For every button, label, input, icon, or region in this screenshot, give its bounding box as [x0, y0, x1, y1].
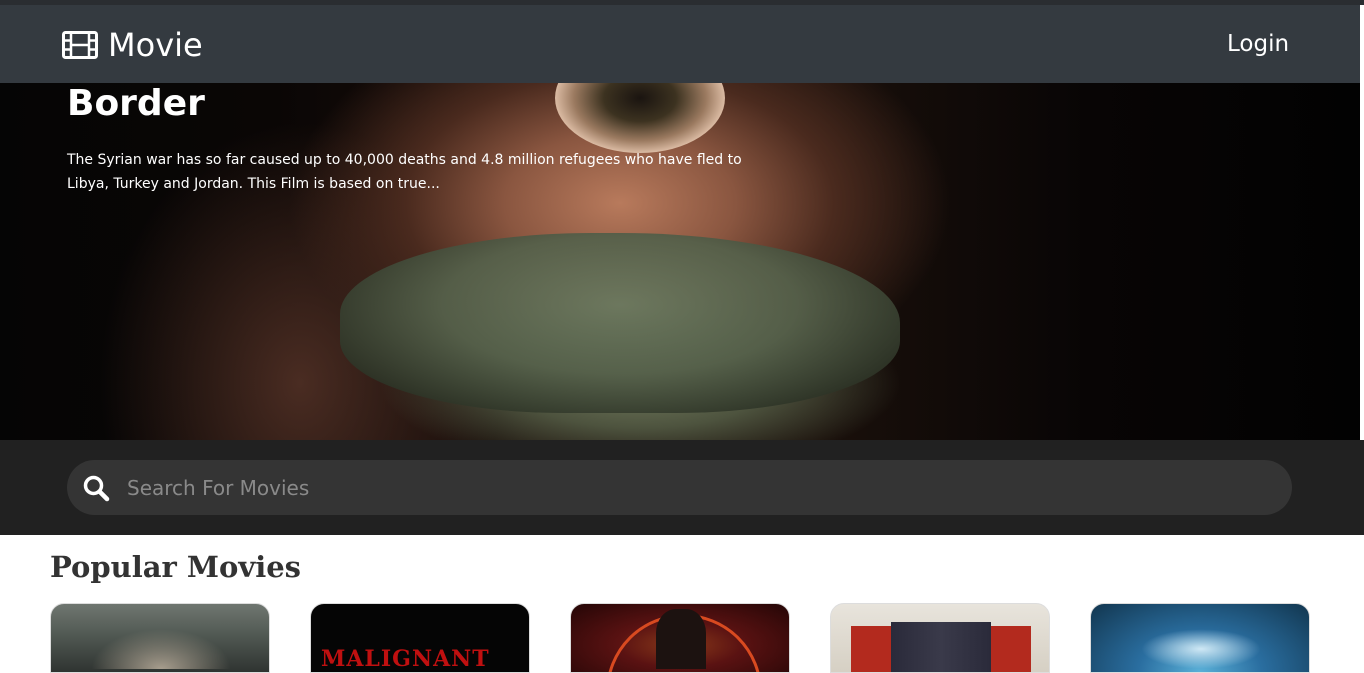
movie-poster[interactable]	[1090, 603, 1310, 673]
hero-edge	[1360, 83, 1364, 440]
login-link[interactable]: Login	[1227, 31, 1289, 57]
navbar: Movie Login	[0, 5, 1360, 83]
hero-banner[interactable]: Border The Syrian war has so far caused …	[0, 83, 1360, 440]
movie-poster[interactable]: MALIGNANT	[310, 603, 530, 673]
hero-backdrop-eye	[555, 83, 725, 153]
hero-title[interactable]: Border	[67, 83, 205, 124]
popular-movies-row: MALIGNANT	[50, 603, 1320, 673]
brand-link[interactable]: Movie	[62, 25, 203, 65]
search-section	[0, 440, 1364, 535]
brand-text: Movie	[108, 26, 203, 64]
search-bar[interactable]	[67, 460, 1292, 515]
movie-poster[interactable]	[50, 603, 270, 673]
film-icon	[62, 31, 98, 59]
movie-poster[interactable]	[830, 603, 1050, 673]
poster-title-text: MALIGNANT	[321, 646, 490, 672]
hero-description: The Syrian war has so far caused up to 4…	[67, 152, 742, 192]
search-icon[interactable]	[82, 474, 110, 502]
movie-poster[interactable]	[570, 603, 790, 673]
popular-movies-heading: Popular Movies	[50, 550, 302, 584]
hero-backdrop-scarf	[340, 233, 900, 413]
search-input[interactable]	[127, 468, 1267, 508]
